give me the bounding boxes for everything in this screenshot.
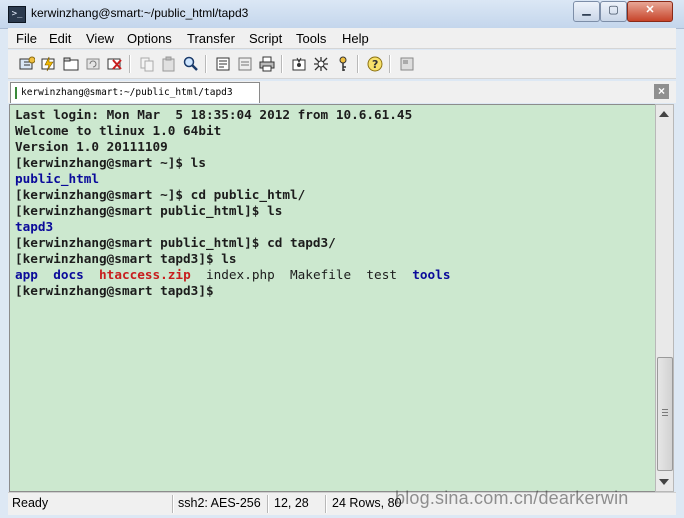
grip-line bbox=[662, 412, 668, 413]
ls-entry-file: test bbox=[366, 267, 397, 282]
find-icon[interactable] bbox=[182, 55, 200, 73]
grip-line bbox=[662, 409, 668, 410]
toolbar-separator bbox=[281, 55, 283, 73]
ls-entry-file: index.php bbox=[206, 267, 275, 282]
grip-line bbox=[662, 415, 668, 416]
ls-entry-archive: htaccess.zip bbox=[99, 267, 191, 282]
scroll-up-arrow-icon[interactable] bbox=[659, 111, 669, 117]
terminal-app-icon: >_ bbox=[8, 6, 26, 23]
terminal-line: [kerwinzhang@smart public_html]$ cd tapd… bbox=[15, 235, 336, 250]
tab-session[interactable]: kerwinzhang@smart:~/public_html/tapd3 bbox=[10, 82, 260, 103]
session-options-icon[interactable] bbox=[290, 55, 308, 73]
toolbar-separator bbox=[129, 55, 131, 73]
menu-options[interactable]: Options bbox=[127, 31, 172, 46]
terminal-line: [kerwinzhang@smart tapd3]$ ls bbox=[15, 251, 237, 266]
maximize-button[interactable]: ▢ bbox=[600, 1, 627, 22]
terminal-line: [kerwinzhang@smart public_html]$ ls bbox=[15, 203, 283, 218]
terminal-line: Welcome to tlinux 1.0 64bit bbox=[15, 123, 222, 138]
print-setup-icon[interactable] bbox=[236, 55, 254, 73]
terminal-ls-output: app docs htaccess.zip index.php Makefile… bbox=[15, 267, 450, 283]
terminal-line: [kerwinzhang@smart ~]$ ls bbox=[15, 155, 206, 170]
toolbar-separator bbox=[357, 55, 359, 73]
status-cipher: ssh2: AES-256 bbox=[178, 496, 261, 510]
toolbar-separator bbox=[205, 55, 207, 73]
title-bar: >_ kerwinzhang@smart:~/public_html/tapd3… bbox=[0, 0, 684, 29]
status-terminal-size: 24 Rows, 80 bbox=[332, 496, 402, 510]
ls-entry-dir: app bbox=[15, 267, 38, 282]
ls-entry-dir: docs bbox=[53, 267, 84, 282]
terminal-scrollbar[interactable] bbox=[655, 104, 674, 492]
terminal-screen[interactable]: Last login: Mon Mar 5 18:35:04 2012 from… bbox=[9, 104, 656, 492]
close-tab-icon[interactable]: × bbox=[654, 84, 669, 99]
menu-file[interactable]: File bbox=[16, 31, 37, 46]
scrollbar-thumb[interactable] bbox=[657, 357, 673, 471]
ls-entry-file: Makefile bbox=[290, 267, 352, 282]
menu-edit[interactable]: Edit bbox=[49, 31, 71, 46]
menu-tools[interactable]: Tools bbox=[296, 31, 326, 46]
menu-bar: File Edit View Options Transfer Script T… bbox=[8, 28, 676, 49]
window-title: kerwinzhang@smart:~/public_html/tapd3 bbox=[31, 6, 249, 20]
toolbar-separator bbox=[389, 55, 391, 73]
menu-view[interactable]: View bbox=[86, 31, 114, 46]
disconnect-icon[interactable] bbox=[106, 55, 124, 73]
status-cursor-position: 12, 28 bbox=[274, 496, 309, 510]
menu-transfer[interactable]: Transfer bbox=[187, 31, 235, 46]
keymap-icon[interactable] bbox=[334, 55, 352, 73]
sftp-icon[interactable] bbox=[398, 55, 416, 73]
session-status-icon bbox=[15, 86, 17, 99]
terminal-line: [kerwinzhang@smart ~]$ cd public_html/ bbox=[15, 187, 306, 202]
reconnect-icon[interactable] bbox=[84, 55, 102, 73]
terminal-line: public_html bbox=[15, 171, 100, 186]
copy-icon[interactable] bbox=[138, 55, 156, 73]
connect-in-tab-icon[interactable] bbox=[62, 55, 80, 73]
terminal-line: tapd3 bbox=[15, 219, 54, 234]
session-tab-strip: kerwinzhang@smart:~/public_html/tapd3 × bbox=[8, 81, 676, 103]
global-options-icon[interactable] bbox=[312, 55, 330, 73]
tab-label: kerwinzhang@smart:~/public_html/tapd3 bbox=[21, 87, 233, 98]
connect-icon[interactable] bbox=[18, 55, 36, 73]
toolbar: ? bbox=[8, 50, 676, 79]
quick-connect-icon[interactable] bbox=[40, 55, 58, 73]
printer-icon[interactable] bbox=[258, 55, 276, 73]
svg-text:?: ? bbox=[372, 58, 378, 71]
minimize-button[interactable]: ▁ bbox=[573, 1, 600, 22]
scroll-down-arrow-icon[interactable] bbox=[659, 479, 669, 485]
paste-icon[interactable] bbox=[160, 55, 178, 73]
print-icon[interactable] bbox=[214, 55, 232, 73]
watermark-text: blog.sina.com.cn/dearkerwin bbox=[395, 488, 629, 508]
help-icon[interactable]: ? bbox=[366, 55, 384, 73]
status-ready: Ready bbox=[12, 496, 49, 510]
status-divider bbox=[325, 495, 327, 513]
terminal-line: Last login: Mon Mar 5 18:35:04 2012 from… bbox=[15, 107, 413, 122]
ls-entry-dir: tools bbox=[412, 267, 451, 282]
menu-help[interactable]: Help bbox=[342, 31, 369, 46]
terminal-line: Version 1.0 20111109 bbox=[15, 139, 168, 154]
status-divider bbox=[172, 495, 174, 513]
menu-script[interactable]: Script bbox=[249, 31, 282, 46]
terminal-prompt-line: [kerwinzhang@smart tapd3]$ bbox=[15, 283, 214, 298]
status-divider bbox=[267, 495, 269, 513]
close-button[interactable]: ✕ bbox=[627, 1, 673, 22]
